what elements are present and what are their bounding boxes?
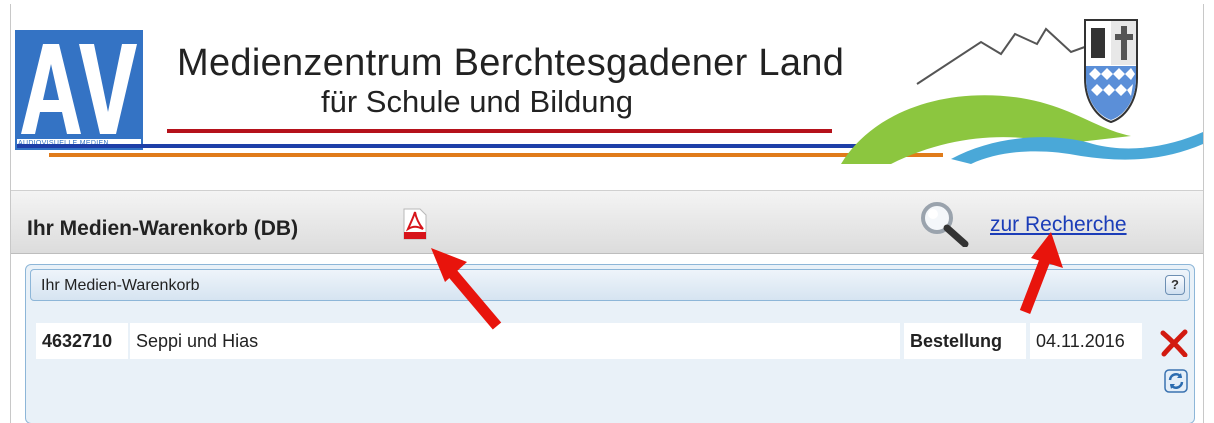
pdf-icon[interactable] bbox=[403, 208, 427, 240]
annotation-arrow-recherche bbox=[1019, 232, 1063, 314]
page-title: Ihr Medien-Warenkorb (DB) bbox=[27, 217, 299, 240]
order-type: Bestellung bbox=[904, 323, 1026, 359]
delete-icon[interactable] bbox=[1160, 329, 1188, 357]
av-logo: AUDIOVISUELLE MEDIEN bbox=[15, 30, 143, 150]
help-icon[interactable]: ? bbox=[1165, 275, 1185, 295]
media-number: 4632710 bbox=[36, 323, 128, 359]
landscape-graphic bbox=[841, 27, 1203, 164]
divider-red bbox=[167, 129, 832, 133]
header-banner: AUDIOVISUELLE MEDIEN Medienzentrum Berch… bbox=[11, 4, 1203, 190]
order-date: 04.11.2016 bbox=[1030, 323, 1142, 359]
divider-blue bbox=[17, 144, 865, 148]
refresh-icon[interactable] bbox=[1164, 369, 1188, 393]
magnifier-icon[interactable] bbox=[917, 201, 973, 247]
annotation-arrow-pdf bbox=[431, 248, 502, 330]
coat-of-arms-icon bbox=[1084, 19, 1138, 124]
divider-orange bbox=[49, 153, 943, 157]
page-frame: AUDIOVISUELLE MEDIEN Medienzentrum Berch… bbox=[10, 4, 1204, 423]
media-title: Seppi und Hias bbox=[130, 323, 900, 359]
cart-row: 4632710 Seppi und Hias Bestellung 04.11.… bbox=[30, 323, 1158, 359]
site-title: Medienzentrum Berchtesgadener Land bbox=[177, 42, 845, 84]
site-subtitle: für Schule und Bildung bbox=[321, 84, 633, 119]
panel-title: Ihr Medien-Warenkorb bbox=[41, 277, 200, 294]
